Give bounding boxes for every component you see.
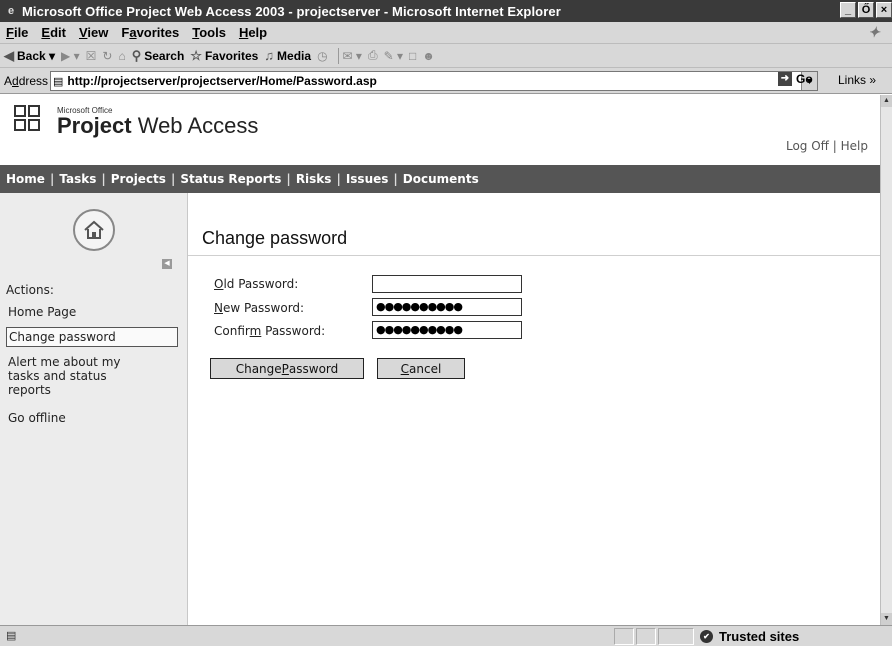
sidebar-item-go-offline[interactable]: Go offline (6, 409, 178, 427)
go-button[interactable]: ➜ Go (778, 72, 813, 86)
pwa-header: Microsoft Office Project Web Access Log … (0, 95, 880, 165)
discuss-icon[interactable]: □ (409, 49, 416, 63)
nav-risks[interactable]: Risks (296, 172, 332, 186)
actions-pane: ◀ Actions: Home Page Change password Ale… (0, 193, 188, 625)
sidebar-item-change-password[interactable]: Change password (6, 327, 178, 347)
page-status-icon: ▤ (6, 630, 17, 642)
old-password-field[interactable] (372, 275, 522, 293)
menu-edit[interactable]: Edit (41, 25, 66, 40)
restore-button[interactable]: Ő (858, 2, 874, 18)
home-icon[interactable]: ⌂ (118, 49, 125, 63)
old-password-label: Old Password: (214, 277, 299, 291)
cancel-button[interactable]: Cancel (377, 358, 465, 379)
menu-view[interactable]: View (79, 25, 108, 40)
back-arrow-icon: ◀ (4, 47, 14, 63)
menu-file[interactable]: File (6, 25, 28, 40)
standard-toolbar: ◀ Back ▾ ▶ ▾ ☒ ↻ ⌂ ⚲ Search ☆ Favorites ♫ Me… (0, 44, 892, 68)
header-separator: | (832, 139, 837, 153)
address-url: http://projectserver/projectserver/Home/… (67, 74, 377, 88)
confirm-password-label: Confirm Password: (214, 324, 326, 338)
nav-projects[interactable]: Projects (111, 172, 166, 186)
window-title: Microsoft Office Project Web Access 2003… (22, 3, 561, 19)
actions-label: Actions: (6, 283, 54, 297)
home-icon (73, 209, 115, 251)
window-title-bar[interactable]: e Microsoft Office Project Web Access 20… (0, 0, 892, 22)
page-title: Change password (202, 228, 348, 248)
new-password-field[interactable]: ●●●●●●●●●● (372, 298, 522, 316)
refresh-icon[interactable]: ↻ (102, 49, 112, 63)
collapse-pane-button[interactable]: ◀ (162, 259, 172, 269)
vertical-scrollbar[interactable]: ▲ ▼ (880, 95, 892, 625)
history-icon[interactable]: ◷ (317, 49, 327, 63)
toolbar-separator (337, 47, 339, 64)
search-icon: ⚲ (131, 47, 142, 63)
close-button[interactable]: × (876, 2, 892, 18)
main-nav: Home | Tasks | Projects | Status Reports | R… (0, 165, 880, 193)
back-button[interactable]: ◀ Back ▾ (4, 48, 55, 64)
nav-documents[interactable]: Documents (403, 172, 479, 186)
page-icon: ▤ (53, 75, 64, 88)
print-icon[interactable]: ⎙ (368, 48, 378, 63)
scroll-up-icon[interactable]: ▲ (881, 95, 892, 107)
go-arrow-icon: ➜ (778, 72, 792, 86)
office-logo-icon (14, 103, 54, 139)
scroll-down-icon[interactable]: ▼ (881, 613, 892, 625)
mail-icon[interactable]: ✉ ▾ (343, 49, 362, 63)
stop-icon[interactable]: ☒ (86, 49, 97, 63)
nav-status-reports[interactable]: Status Reports (180, 172, 281, 186)
messenger-icon[interactable]: ☻ (422, 49, 435, 63)
media-button[interactable]: ♫ Media (264, 48, 311, 63)
project-web-access-logo: Microsoft Office Project Web Access (14, 103, 258, 139)
status-cell (614, 628, 634, 645)
forward-button[interactable]: ▶ ▾ (61, 49, 80, 63)
product-name: Project Web Access (57, 113, 259, 138)
nav-issues[interactable]: Issues (346, 172, 389, 186)
menu-favorites[interactable]: Favorites (121, 25, 179, 40)
edit-icon[interactable]: ✎ ▾ (384, 49, 403, 63)
status-bar: ▤ ✔ Trusted sites (0, 625, 892, 646)
menu-tools[interactable]: Tools (192, 25, 226, 40)
change-password-button[interactable]: Change Password (210, 358, 364, 379)
new-password-label: New Password: (214, 301, 305, 315)
sidebar-item-alert-me[interactable]: Alert me about my tasks and status repor… (6, 353, 146, 399)
status-cell (658, 628, 694, 645)
menu-help[interactable]: Help (239, 25, 267, 40)
nav-home[interactable]: Home (6, 172, 45, 186)
address-input[interactable]: ▤ http://projectserver/projectserver/Hom… (50, 71, 818, 91)
zone-label: Trusted sites (719, 629, 800, 644)
nav-tasks[interactable]: Tasks (59, 172, 96, 186)
menu-bar: File Edit View Favorites Tools Help ✦ (0, 22, 892, 44)
windows-logo-icon: ✦ (868, 24, 880, 40)
log-off-link[interactable]: Log Off (786, 139, 829, 153)
ie-page-icon: e (7, 5, 15, 17)
header-links: Log Off | Help (786, 139, 868, 153)
address-bar: Address ▤ http://projectserver/projectse… (0, 68, 892, 94)
help-link[interactable]: Help (841, 139, 868, 153)
links-button[interactable]: Links » (838, 73, 876, 87)
title-divider (188, 255, 880, 256)
trusted-check-icon: ✔ (700, 630, 713, 643)
star-icon: ☆ (190, 47, 202, 63)
sidebar-item-home-page[interactable]: Home Page (6, 303, 178, 321)
address-label: Address (4, 73, 49, 88)
search-button[interactable]: ⚲ Search (132, 48, 185, 64)
confirm-password-field[interactable]: ●●●●●●●●●● (372, 321, 522, 339)
security-zone[interactable]: ✔ Trusted sites (700, 629, 799, 644)
minimize-button[interactable]: _ (840, 2, 856, 18)
media-icon: ♫ (264, 48, 275, 63)
favorites-button[interactable]: ☆ Favorites (190, 48, 258, 64)
status-cell (636, 628, 656, 645)
